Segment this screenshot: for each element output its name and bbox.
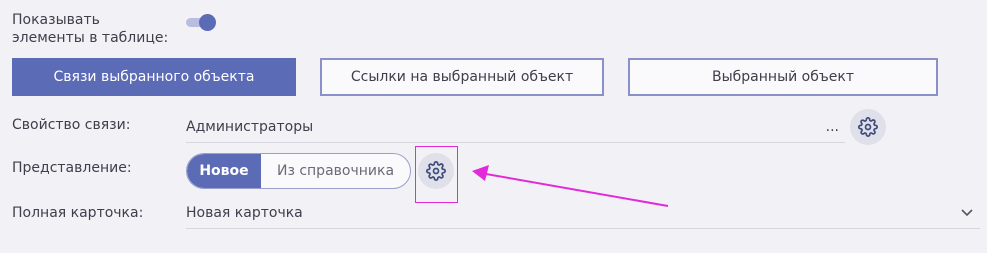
full-card-label: Полная карточка: [12,205,144,221]
view-label: Представление: [12,160,132,176]
link-property-label: Свойство связи: [12,117,131,133]
full-card-value: Новая карточка [186,205,303,221]
annotation-arrow-line [485,173,669,207]
tab-selected-object[interactable]: Выбранный объект [628,58,938,96]
view-option-new[interactable]: Новое [187,154,261,188]
tab-selected-object-links[interactable]: Связи выбранного объекта [12,58,296,96]
annotation-highlight-box [415,146,458,203]
gear-icon [858,117,878,137]
view-segmented-control: Новое Из справочника [186,153,411,189]
link-property-value: Администраторы [186,119,314,135]
settings-panel: Показывать элементы в таблице: Связи выб… [0,0,987,253]
chevron-down-icon [961,209,973,217]
tab-links-to-selected-object[interactable]: Ссылки на выбранный объект [320,58,604,96]
view-option-from-directory[interactable]: Из справочника [261,154,410,188]
link-property-more-button[interactable]: ... [826,117,839,137]
link-property-settings-button[interactable] [850,109,886,145]
full-card-select[interactable]: Новая карточка [186,203,980,229]
show-in-table-label: Показывать элементы в таблице: [12,12,169,46]
toggle-knob [199,14,216,31]
show-in-table-toggle[interactable] [186,14,216,31]
link-property-field[interactable]: Администраторы ... [186,117,845,143]
annotation-arrow-head [472,165,489,181]
